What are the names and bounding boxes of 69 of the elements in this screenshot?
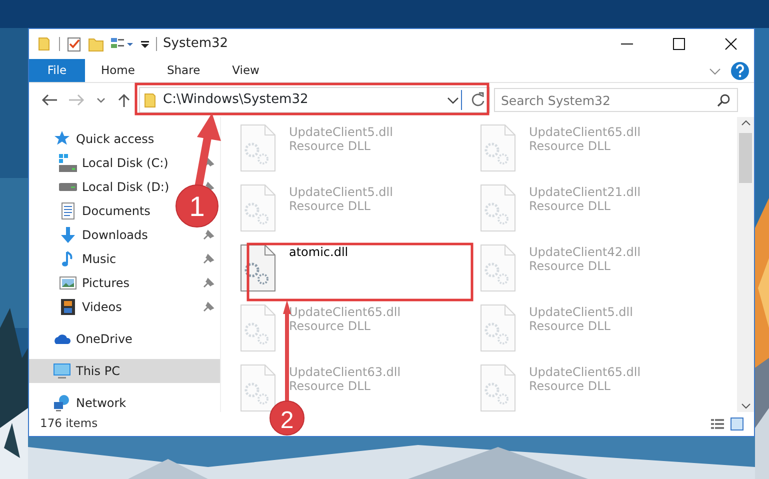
monitor-icon [53,362,71,380]
step-marker: 1 [176,184,218,228]
gears-file-icon [239,363,277,413]
up-arrow-icon [117,93,131,107]
file-name: UpdateClient42.dll [529,245,641,259]
gears-file-icon [239,183,277,233]
forward-arrow-icon [69,93,85,107]
address-path: C:\Windows\System32 [163,91,308,110]
scrollbar[interactable] [737,117,754,412]
file-name: UpdateClient65.dll [289,305,401,319]
file-item[interactable]: atomic.dll [239,243,479,303]
file-type: Resource DLL [289,199,372,213]
nav-item[interactable]: This PC [29,359,220,383]
nav-item[interactable]: Local Disk (C:) [29,151,220,175]
file-type: Resource DLL [289,319,372,333]
nav-item[interactable]: OneDrive [29,327,220,351]
gears-file-icon [479,363,517,413]
window-title: System32 [163,35,228,54]
address-bar[interactable]: C:\Windows\System32 [139,87,490,113]
gears-file-icon [479,123,517,173]
file-tab[interactable]: File [29,59,85,82]
file-name: UpdateClient5.dll [289,125,393,139]
nav-item[interactable]: Music [29,247,220,271]
file-type: Resource DLL [529,319,612,333]
download-arrow-icon [59,226,77,244]
gears-file-icon [479,183,517,233]
file-type: Resource DLL [289,139,372,153]
file-name: UpdateClient5.dll [289,185,393,199]
ribbon-tab[interactable]: Home [85,59,151,82]
ribbon-tab[interactable]: View [216,59,276,82]
picture-icon [59,274,77,292]
drive-icon [59,183,77,191]
details-view-icon[interactable] [710,417,726,431]
file-type: Resource DLL [289,379,372,393]
maximize-icon [673,38,685,50]
caret-icon [97,98,105,102]
file-name: UpdateClient63.dll [289,365,401,379]
gears-file-icon [239,303,277,353]
close-icon [725,38,737,50]
file-name: UpdateClient65.dll [529,125,641,139]
folder-icon [144,92,158,108]
gears-file-icon [239,123,277,173]
file-type: Resource DLL [529,139,612,153]
ribbon-tab[interactable]: Share [150,59,216,82]
file-name: UpdateClient21.dll [529,185,641,199]
search-icon [717,93,731,107]
nav-item[interactable]: Videos [29,295,220,319]
file-type: Resource DLL [529,259,612,273]
document-icon [59,202,77,220]
gears-file-icon [479,243,517,293]
file-name: UpdateClient65.dll [529,365,641,379]
drive-icon [59,154,77,172]
nav-item[interactable]: Pictures [29,271,220,295]
file-type: Resource DLL [529,199,612,213]
item-count: 176 items [40,415,98,432]
file-type: Resource DLL [529,379,612,393]
gears-file-icon [479,303,517,353]
search-field[interactable]: Search System32 [494,88,738,112]
nav-item[interactable]: Network [29,391,220,415]
back-arrow-icon [41,93,57,107]
file-name: UpdateClient5.dll [529,305,633,319]
film-icon [59,298,77,316]
scrollbar-thumb[interactable] [739,133,752,183]
step-marker: 2 [270,400,304,436]
nav-item[interactable]: Quick access [29,127,220,151]
file-name: atomic.dll [289,245,348,259]
network-icon [53,394,71,412]
properties-icon[interactable] [66,36,82,52]
gears-file-icon [239,243,277,293]
